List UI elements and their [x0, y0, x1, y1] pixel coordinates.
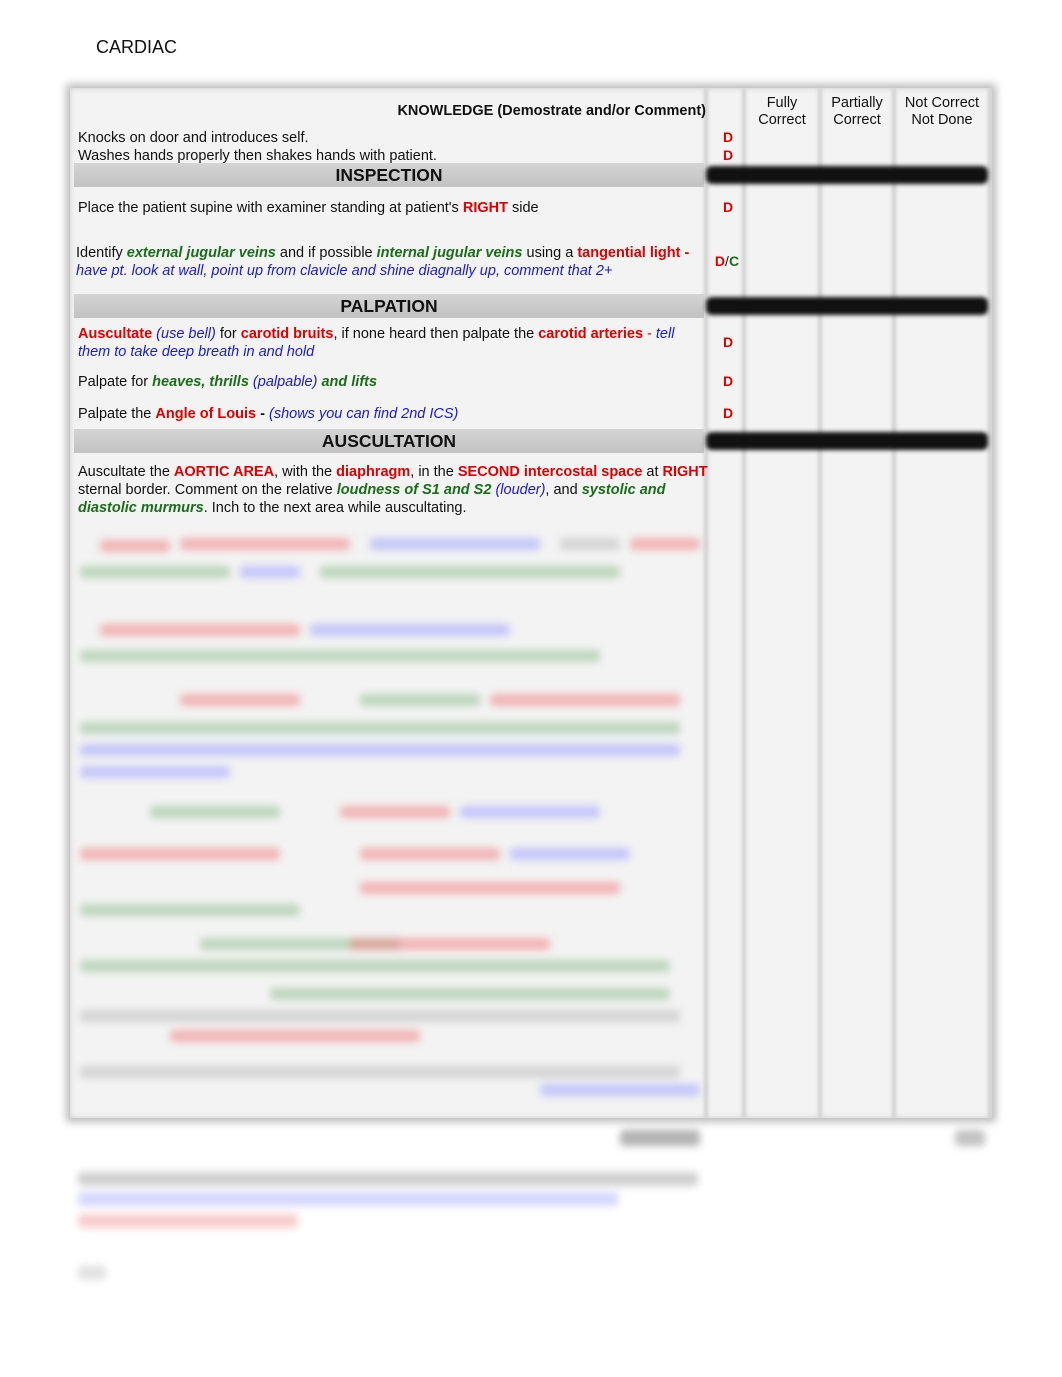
- text: -: [680, 245, 690, 261]
- item-text: Knocks on door and introduces self.: [78, 130, 309, 146]
- text: at: [642, 464, 663, 480]
- footnote-link-blurred: [78, 1192, 618, 1206]
- code-d: D: [714, 253, 726, 269]
- column-not-correct: Not Correct Not Done: [896, 95, 988, 129]
- page-number-blurred: [78, 1266, 106, 1280]
- item-code: D: [722, 129, 734, 145]
- section-bar: [706, 297, 988, 315]
- total-label-blurred: [620, 1130, 700, 1146]
- text: for: [215, 326, 241, 342]
- item-code: D/C: [710, 253, 744, 269]
- text: -: [643, 326, 656, 342]
- column-fully-correct: Fully Correct: [748, 95, 816, 129]
- section-title: AUSCULTATION: [74, 429, 704, 453]
- column-label: Fully: [766, 95, 798, 111]
- note: (use bell): [156, 326, 216, 342]
- note: (shows you can find 2nd ICS): [268, 406, 459, 422]
- emphasis: carotid bruits: [240, 326, 334, 342]
- emphasis: RIGHT: [662, 464, 708, 480]
- text: , and: [545, 482, 582, 498]
- column-label: Correct: [833, 112, 881, 128]
- text: , in the: [410, 464, 458, 480]
- column-label: Partially: [831, 95, 883, 111]
- blurred-content: [70, 526, 992, 1116]
- footnote-blurred: [78, 1172, 698, 1186]
- text: Palpate for: [78, 374, 153, 390]
- knowledge-header: KNOWLEDGE (Demostrate and/or Comment): [397, 103, 706, 119]
- item-text: Place the patient supine with examiner s…: [78, 199, 708, 217]
- emphasis: Auscultate: [78, 326, 153, 342]
- emphasis: and lifts: [321, 374, 378, 390]
- text: , if none heard then palpate the: [333, 326, 539, 342]
- item-text: Auscultate the AORTIC AREA, with the dia…: [78, 463, 708, 517]
- column-label: Not Done: [911, 112, 973, 128]
- emphasis: Angle of Louis: [155, 406, 257, 422]
- emphasis: carotid arteries: [538, 326, 644, 342]
- emphasis: diaphragm: [336, 464, 411, 480]
- emphasis: RIGHT: [462, 200, 508, 216]
- emphasis: external jugular veins: [126, 245, 276, 261]
- note: (palpable): [252, 374, 318, 390]
- section-auscultation: AUSCULTATION: [70, 429, 992, 453]
- text: using a: [522, 245, 578, 261]
- section-bar: [706, 166, 988, 184]
- item-code: D: [722, 405, 734, 421]
- emphasis: heaves, thrills: [152, 374, 249, 390]
- text: Auscultate the: [78, 464, 174, 480]
- emphasis: SECOND intercostal space: [457, 464, 643, 480]
- column-label: Not Correct: [904, 95, 980, 111]
- column-label: Correct: [758, 112, 806, 128]
- item-code: D: [722, 373, 734, 389]
- text: Identify: [76, 245, 127, 261]
- emphasis: internal jugular veins: [376, 245, 523, 261]
- section-inspection: INSPECTION: [70, 163, 992, 187]
- column-partially-correct: Partially Correct: [822, 95, 892, 129]
- item-text: Palpate the Angle of Louis - (shows you …: [78, 405, 708, 423]
- code-c: C: [728, 253, 740, 269]
- item-text: Auscultate (use bell) for carotid bruits…: [78, 325, 708, 361]
- text: Place the patient supine with examiner s…: [78, 200, 463, 216]
- text: -: [256, 406, 269, 422]
- note: (louder): [495, 482, 546, 498]
- item-code: D: [722, 147, 734, 163]
- item-text: Identify external jugular veins and if p…: [76, 244, 706, 280]
- section-title: INSPECTION: [74, 163, 704, 187]
- text: and if possible: [275, 245, 377, 261]
- section-title: PALPATION: [74, 294, 704, 318]
- item-code: D: [722, 334, 734, 350]
- item-text: Palpate for heaves, thrills (palpable) a…: [78, 373, 708, 391]
- text: Palpate the: [78, 406, 156, 422]
- section-bar: [706, 432, 988, 450]
- total-value-blurred: [955, 1130, 985, 1146]
- section-palpation: PALPATION: [70, 294, 992, 318]
- emphasis: loudness of S1 and S2: [336, 482, 492, 498]
- text: sternal border. Comment on the relative: [78, 482, 337, 498]
- note: have pt. look at wall, point up from cla…: [76, 263, 613, 279]
- footnote-red-blurred: [78, 1214, 298, 1228]
- item-code: D: [722, 199, 734, 215]
- text: . Inch to the next area while auscultati…: [203, 500, 467, 516]
- page-title: CARDIAC: [96, 37, 178, 57]
- emphasis: tangential light: [577, 245, 681, 261]
- checklist-table: KNOWLEDGE (Demostrate and/or Comment) Fu…: [70, 88, 992, 1118]
- text: side: [507, 200, 539, 216]
- emphasis: AORTIC AREA: [173, 464, 275, 480]
- text: , with the: [274, 464, 337, 480]
